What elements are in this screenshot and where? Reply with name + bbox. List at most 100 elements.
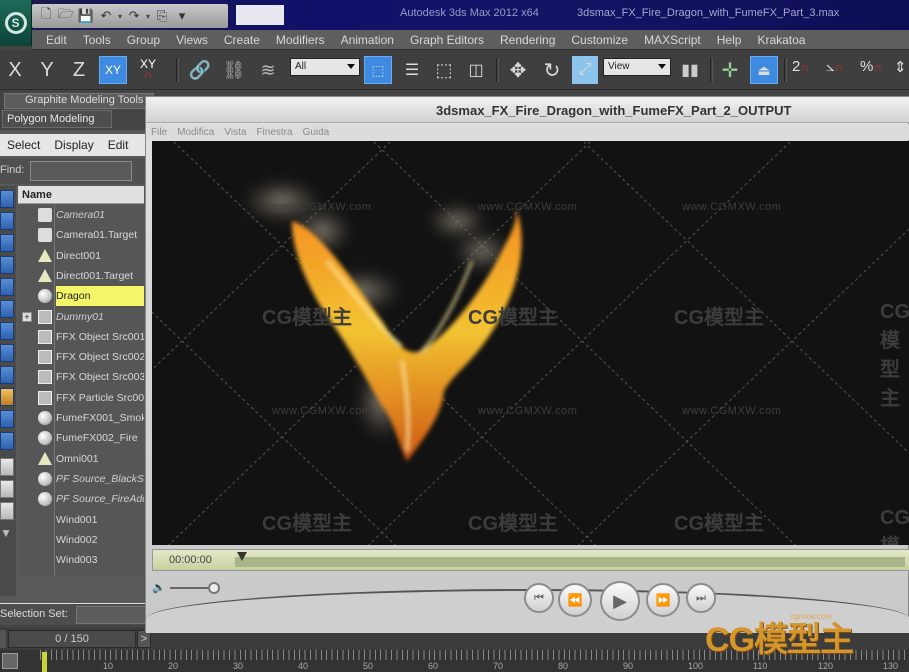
menu-graph-editors[interactable]: Graph Editors [402,33,492,47]
fast-forward-button[interactable]: ⏩ [646,583,680,617]
menu-krakatoa[interactable]: Krakatoa [749,33,813,47]
menu-group[interactable]: Group [119,33,168,47]
spinner-snap-button[interactable]: ⇕ [894,58,907,76]
scene-list-item[interactable]: FFX Object Src002 [18,347,144,367]
player-menu-modifica[interactable]: Modifica [172,127,219,138]
scene-list-item[interactable]: Wind001 [18,510,144,530]
graphite-tools-tab[interactable]: Graphite Modeling Tools [4,93,154,109]
filter-groups-icon[interactable] [0,322,14,340]
pivot-center-icon[interactable]: ▮▮ [676,56,704,84]
menu-create[interactable]: Create [216,33,268,47]
menu-maxscript[interactable]: MAXScript [636,33,709,47]
scale-icon[interactable]: ⤢ [572,56,598,84]
video-frame[interactable]: www.CGMXW.com www.CGMXW.com www.CGMXW.co… [152,141,909,545]
axis-xy-button[interactable]: XY [99,56,127,84]
find-input[interactable] [30,161,132,181]
expand-icon[interactable]: + [22,311,32,322]
axis-y-button[interactable]: Y [34,56,60,84]
snaps-toggle-button[interactable]: 2∩ [792,58,809,75]
bind-to-space-warp-icon[interactable]: ≋ [254,56,282,84]
menu-tools[interactable]: Tools [75,33,119,47]
scene-list-item[interactable]: PF Source_FireAdd [18,489,144,509]
filter-geometry-icon[interactable] [0,190,14,208]
curve-editor-mini-icon[interactable] [2,653,18,669]
scene-list-item[interactable]: Camera01 [18,205,144,225]
select-and-manipulate-icon[interactable]: ✛ [716,56,744,84]
time-prev-button[interactable] [0,630,6,648]
angle-snap-button[interactable]: ⦣∩ [826,58,843,75]
axis-x-button[interactable]: X [2,56,28,84]
reference-coordinate-dropdown[interactable]: View [603,58,671,76]
filter-particles-icon[interactable] [0,388,14,406]
customize-qat-icon[interactable]: ▾ [174,8,190,24]
selection-filter-dropdown[interactable]: All [290,58,360,76]
current-frame-marker[interactable] [42,652,47,672]
new-file-icon[interactable]: 🗋 [38,6,54,24]
menu-modifiers[interactable]: Modifiers [268,33,333,47]
application-button[interactable]: S [0,0,32,46]
filter-cameras-icon[interactable] [0,256,14,274]
scene-list-item[interactable]: Wind003 [18,550,144,570]
project-folder-icon[interactable]: ⎘ [154,8,170,24]
player-menu-finestra[interactable]: Finestra [251,127,297,138]
rewind-button[interactable]: ⏪ [558,583,592,617]
filter-hidden-icon[interactable] [0,432,14,450]
scene-list-item[interactable]: Wind002 [18,530,144,550]
save-icon[interactable]: 💾 [78,8,94,24]
filter-funnel-icon[interactable]: ▼ [0,526,14,544]
seek-bar[interactable]: 00:00:00 [152,549,909,571]
menu-customize[interactable]: Customize [563,33,636,47]
keyboard-shortcut-override-icon[interactable]: ⏏ [750,56,778,84]
player-menu-guida[interactable]: Guida [298,127,335,138]
display-none-icon[interactable] [0,480,14,498]
menu-help[interactable]: Help [709,33,750,47]
move-icon[interactable]: ✥ [504,56,532,84]
name-column-header[interactable]: Name [18,186,144,204]
seek-track[interactable] [235,557,905,567]
selection-set-dropdown[interactable] [76,606,146,624]
skip-forward-button[interactable]: ⏭ [686,583,716,613]
axis-constraint-snap-button[interactable]: XY ∩ [134,56,162,84]
rotate-icon[interactable]: ↻ [538,56,566,84]
percent-snap-button[interactable]: %∩ [860,58,882,75]
scene-list-item[interactable]: FFX Object Src001 [18,327,144,347]
scene-list-item[interactable]: + Dummy01 [18,307,144,327]
select-by-name-icon[interactable]: ☰ [398,56,426,84]
undo-dropdown-icon[interactable]: ▾ [118,12,122,21]
filter-lights-icon[interactable] [0,234,14,252]
speaker-icon[interactable]: 🔈 [152,581,166,594]
menu-views[interactable]: Views [168,33,216,47]
filter-bones-icon[interactable] [0,366,14,384]
polygon-modeling-tab[interactable]: Polygon Modeling [2,110,112,128]
info-center-search[interactable] [236,5,284,25]
scene-list-item[interactable]: FFX Object Src003 [18,367,144,387]
scene-list-item[interactable]: Camera01.Target [18,225,144,245]
select-object-icon[interactable]: ⬚ [364,56,392,84]
skip-back-button[interactable]: ⏮ [524,583,554,613]
menu-edit[interactable]: Edit [32,33,75,47]
filter-xrefs-icon[interactable] [0,344,14,362]
open-folder-icon[interactable]: 🗁 [58,6,74,24]
volume-knob[interactable] [208,582,220,594]
window-crossing-icon[interactable]: ◫ [462,56,490,84]
scene-list-item[interactable]: FumeFX001_Smoke [18,408,144,428]
filter-spacewarps-icon[interactable] [0,300,14,318]
scene-list-item[interactable]: Direct001.Target [18,266,144,286]
seek-thumb[interactable] [237,552,247,561]
play-button[interactable]: ▶ [600,581,640,621]
filter-helpers-icon[interactable] [0,278,14,296]
scene-list-item[interactable]: Direct001 [18,246,144,266]
axis-z-button[interactable]: Z [66,56,92,84]
scene-list-item[interactable]: FumeFX002_Fire [18,428,144,448]
redo-icon[interactable]: ↷ [126,8,142,24]
redo-dropdown-icon[interactable]: ▾ [146,12,150,21]
explorer-menu-edit[interactable]: Edit [101,138,136,152]
explorer-menu-select[interactable]: Select [0,138,47,152]
explorer-menu-display[interactable]: Display [47,138,100,152]
display-all-icon[interactable] [0,458,14,476]
select-and-link-icon[interactable]: 🔗 [186,56,214,84]
player-menu-vista[interactable]: Vista [219,127,251,138]
menu-animation[interactable]: Animation [333,33,402,47]
time-slider[interactable]: 0 / 150 [8,630,136,648]
player-menu-file[interactable]: File [146,127,172,138]
